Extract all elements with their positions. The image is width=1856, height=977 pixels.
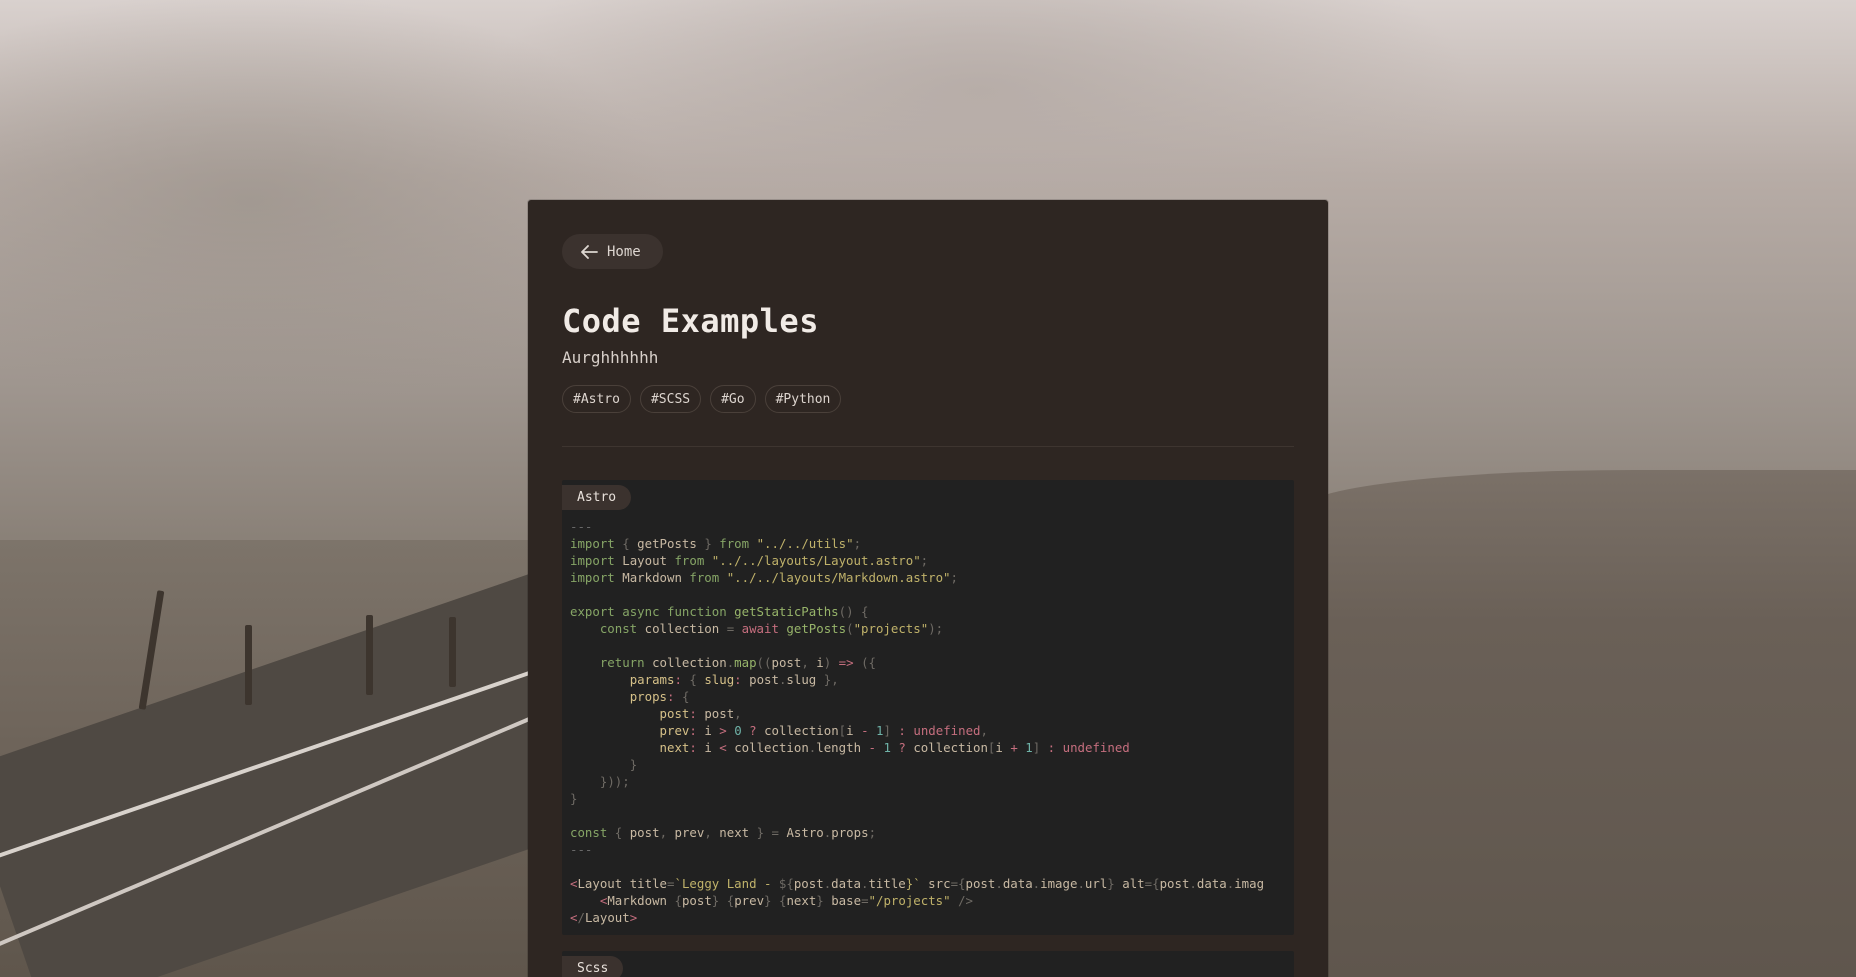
tag-python[interactable]: #Python (764, 385, 842, 413)
tag-scss[interactable]: #SCSS (639, 385, 702, 413)
article-card: Home Code Examples Aurghhhhhh #Astro #SC… (528, 200, 1328, 977)
code-block-astro: Astro --- import { getPosts } from "../.… (562, 480, 1294, 935)
page-title: Code Examples (562, 302, 819, 340)
code-language-label: Astro (562, 485, 632, 510)
home-button[interactable]: Home (562, 234, 663, 269)
arrow-left-icon (581, 244, 598, 259)
code-block-scss: Scss (562, 951, 1294, 977)
tag-list: #Astro #SCSS #Go #Python (562, 385, 842, 413)
page-subtitle: Aurghhhhhh (562, 348, 659, 367)
fence-post (245, 625, 252, 705)
tag-astro[interactable]: #Astro (562, 385, 631, 413)
fence-post (449, 617, 456, 687)
code-content[interactable]: --- import { getPosts } from "../../util… (570, 518, 1294, 926)
code-language-label: Scss (562, 956, 624, 977)
tag-go[interactable]: #Go (710, 385, 756, 413)
fence-post (366, 615, 373, 695)
background-hill (1300, 470, 1856, 977)
divider (562, 446, 1294, 447)
home-button-label: Home (607, 243, 641, 260)
